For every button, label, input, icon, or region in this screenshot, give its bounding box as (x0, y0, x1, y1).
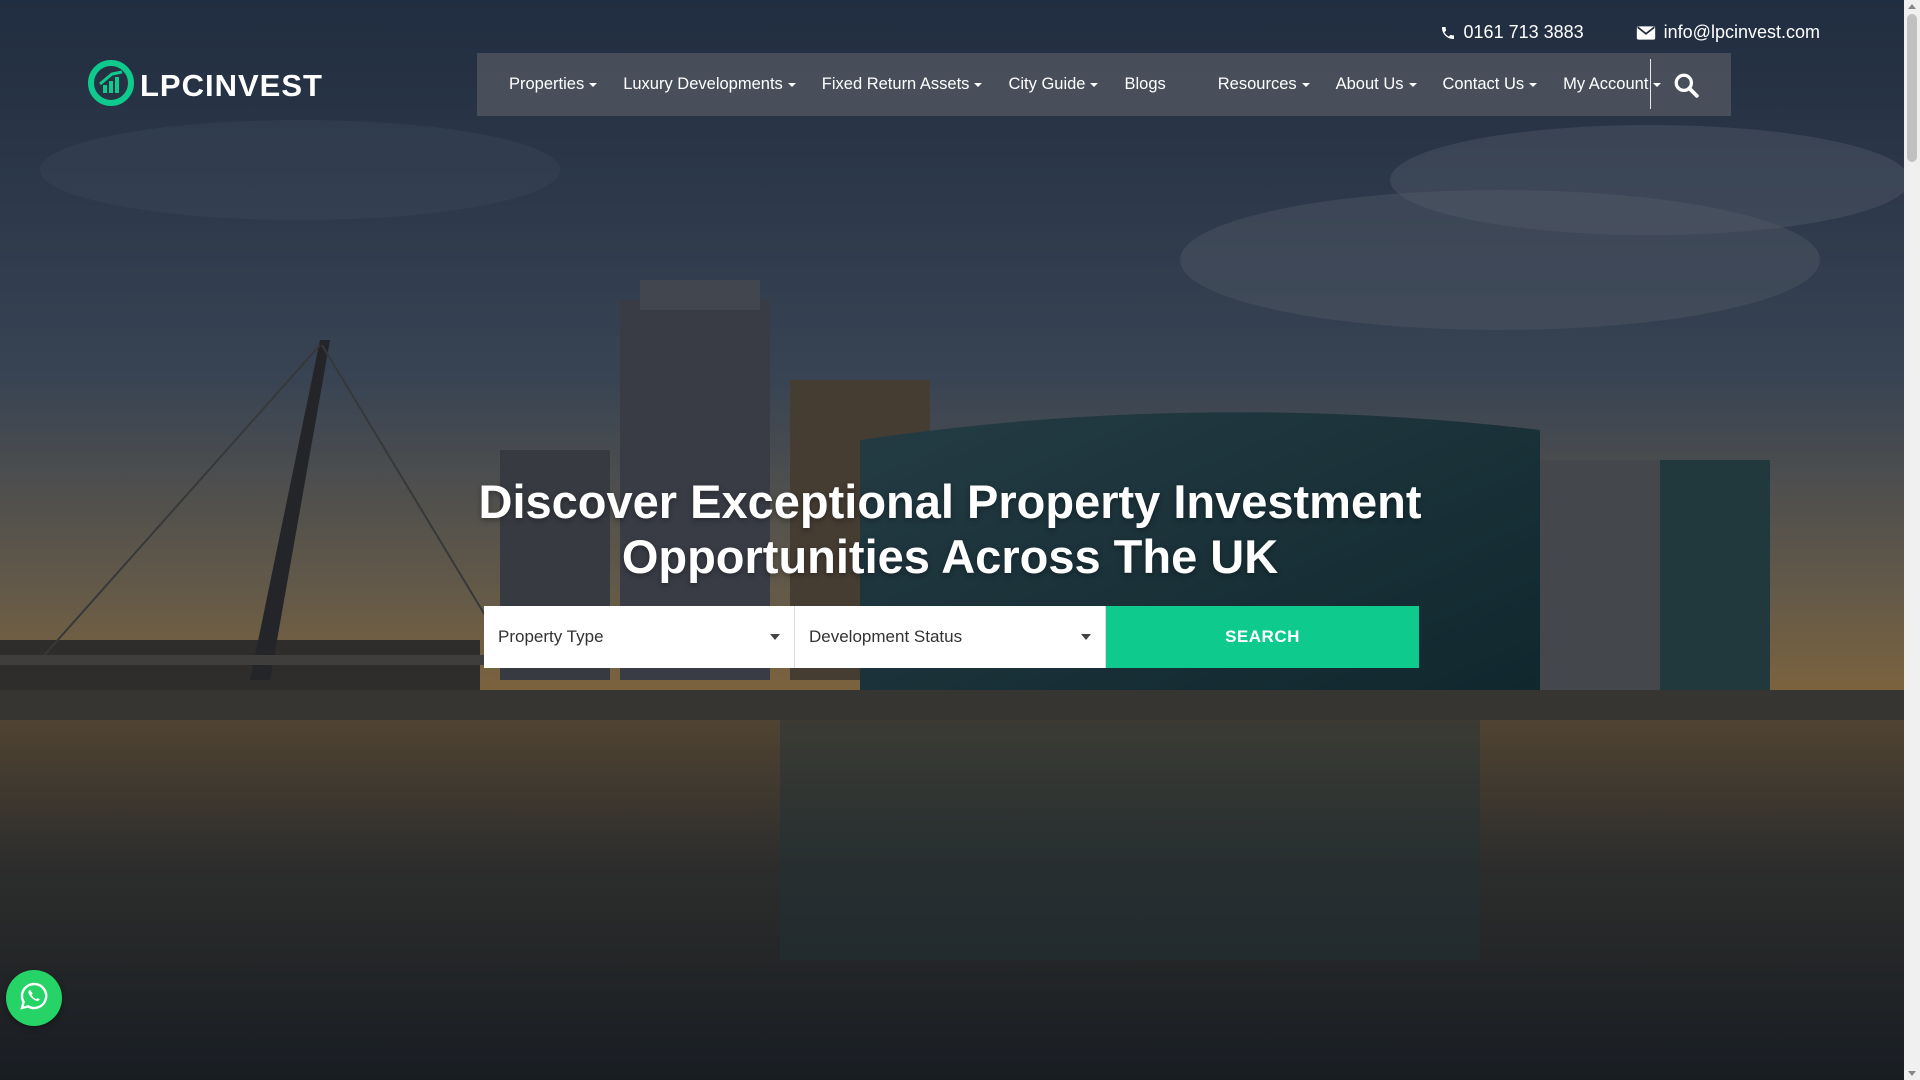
nav-item-blogs[interactable]: Blogs (1124, 75, 1165, 94)
chevron-down-icon (974, 82, 983, 87)
nav-item-city-guide[interactable]: City Guide (1008, 75, 1099, 94)
nav-menu: Properties Luxury Developments Fixed Ret… (477, 53, 1687, 116)
hero-headline-line-1: Discover Exceptional Property Investment (478, 475, 1422, 528)
nav-label: Properties (509, 75, 585, 93)
nav-label: Contact Us (1442, 75, 1525, 93)
hero-headline-line-2: Opportunities Across The UK (621, 530, 1279, 583)
development-status-select[interactable]: Development Status (795, 606, 1106, 668)
chevron-down-icon (787, 82, 796, 87)
chevron-down-icon (1408, 82, 1417, 87)
property-search-form: Property Type Development Status SEARCH (484, 606, 1419, 668)
phone-icon (1440, 25, 1456, 41)
phone-number[interactable]: 0161 713 3883 (1464, 22, 1584, 43)
development-status-value: Development Status (809, 627, 963, 646)
envelope-icon (1636, 25, 1656, 41)
whatsapp-icon (18, 980, 50, 1017)
logo-mark-icon (88, 60, 134, 111)
hero-headline: Discover Exceptional Property Investment… (400, 474, 1500, 584)
phone-link[interactable]: 0161 713 3883 (1440, 22, 1584, 43)
nav-label: City Guide (1008, 75, 1086, 93)
email-link[interactable]: info@lpcinvest.com (1636, 22, 1820, 43)
nav-label: Resources (1217, 75, 1297, 93)
email-address[interactable]: info@lpcinvest.com (1664, 22, 1820, 43)
scroll-down-arrow-icon[interactable] (1908, 1071, 1916, 1076)
nav-item-about-us[interactable]: About Us (1336, 75, 1417, 94)
nav-item-contact-us[interactable]: Contact Us (1443, 75, 1538, 94)
nav-label: Blogs (1124, 75, 1166, 93)
nav-label: My Account (1563, 75, 1649, 93)
nav-label: About Us (1335, 75, 1404, 93)
chevron-down-icon (1653, 82, 1662, 87)
scrollbar-thumb[interactable] (1907, 14, 1917, 162)
scroll-up-arrow-icon[interactable] (1908, 4, 1916, 9)
property-type-select[interactable]: Property Type (484, 606, 795, 668)
nav-label: Fixed Return Assets (821, 75, 970, 93)
main-navigation: Properties Luxury Developments Fixed Ret… (477, 53, 1731, 116)
nav-item-properties[interactable]: Properties (509, 75, 598, 94)
property-type-value: Property Type (498, 627, 604, 646)
chevron-down-icon (1529, 82, 1538, 87)
search-button[interactable]: SEARCH (1106, 606, 1419, 668)
search-icon[interactable] (1667, 66, 1705, 104)
chevron-down-icon (1301, 82, 1310, 87)
whatsapp-button[interactable] (6, 970, 62, 1026)
nav-item-fixed-return-assets[interactable]: Fixed Return Assets (822, 75, 983, 94)
nav-divider (1650, 59, 1651, 109)
nav-label: Luxury Developments (623, 75, 783, 93)
site-logo[interactable]: LPCINVEST (88, 60, 323, 111)
nav-item-resources[interactable]: Resources (1218, 75, 1310, 94)
logo-text: LPCINVEST (140, 67, 323, 103)
nav-item-luxury-developments[interactable]: Luxury Developments (623, 75, 796, 94)
page-scrollbar[interactable] (1904, 0, 1920, 1080)
chevron-down-icon (589, 82, 598, 87)
chevron-down-icon (1090, 82, 1099, 87)
chevron-down-icon (770, 634, 780, 640)
contact-bar: 0161 713 3883 info@lpcinvest.com (1440, 22, 1820, 43)
chevron-down-icon (1081, 634, 1091, 640)
nav-item-my-account[interactable]: My Account (1563, 75, 1662, 94)
